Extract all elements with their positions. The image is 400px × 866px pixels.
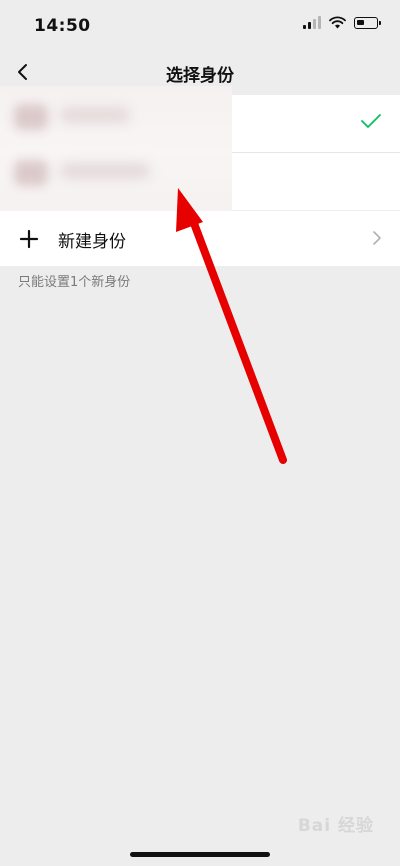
blurred-identity-content bbox=[0, 86, 232, 218]
wifi-icon bbox=[329, 16, 346, 29]
watermark-logo: Bai 经验 bbox=[297, 816, 374, 836]
plus-icon bbox=[19, 229, 39, 249]
signal-icon bbox=[303, 16, 321, 29]
status-icons bbox=[303, 16, 381, 29]
status-time: 14:50 bbox=[34, 16, 91, 36]
battery-icon bbox=[354, 16, 381, 29]
identity-limit-hint: 只能设置1个新身份 bbox=[18, 275, 131, 290]
chevron-right-icon bbox=[373, 231, 381, 245]
home-indicator[interactable] bbox=[130, 852, 270, 857]
new-identity-label: 新建身份 bbox=[58, 232, 126, 252]
checkmark-icon bbox=[361, 114, 381, 128]
page-title: 选择身份 bbox=[166, 66, 234, 86]
new-identity-button[interactable]: 新建身份 bbox=[0, 211, 400, 266]
status-bar: 14:50 bbox=[0, 0, 400, 50]
